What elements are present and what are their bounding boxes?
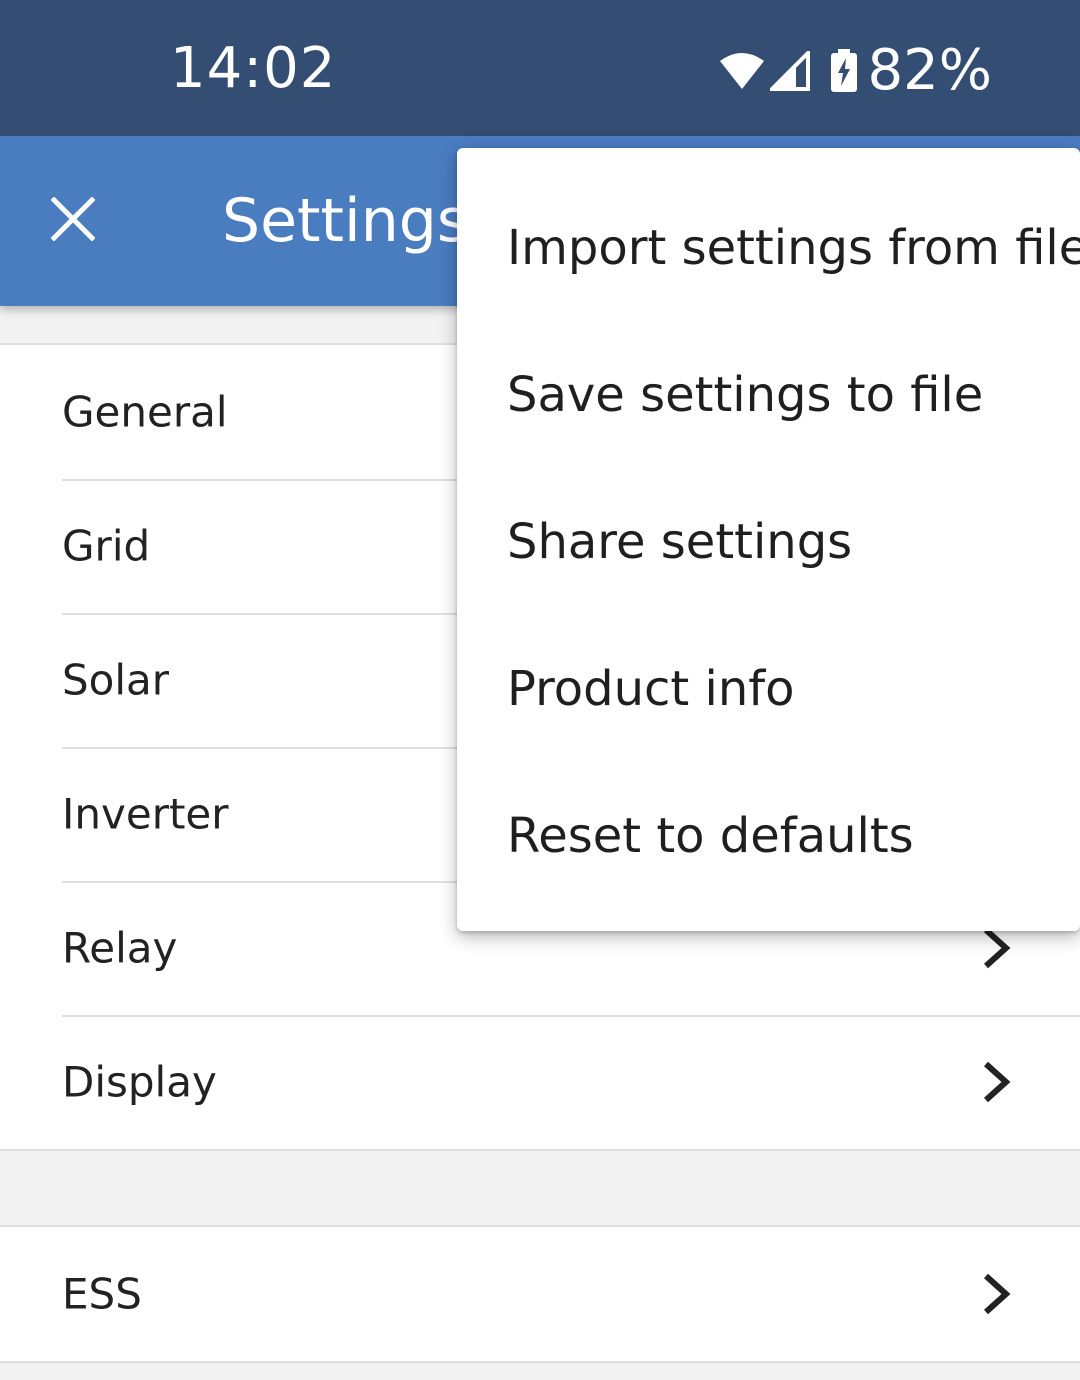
battery-charging-icon: [830, 48, 857, 92]
status-icons: 82%: [718, 38, 992, 103]
chevron-right-icon: [983, 927, 1011, 969]
settings-list-secondary: ESS: [0, 1225, 1080, 1363]
status-time: 14:02: [170, 36, 337, 101]
close-icon: [51, 197, 95, 241]
list-item-label: General: [62, 387, 228, 437]
list-item-label: Relay: [62, 923, 178, 973]
list-item-label: Display: [62, 1057, 217, 1107]
status-bar: 14:02 82%: [0, 0, 1080, 136]
menu-item-save-settings[interactable]: Save settings to file: [457, 321, 1080, 468]
menu-item-import-settings[interactable]: Import settings from file: [457, 174, 1080, 321]
menu-item-share-settings[interactable]: Share settings: [457, 468, 1080, 615]
menu-item-reset-defaults[interactable]: Reset to defaults: [457, 762, 1080, 909]
chevron-right-icon: [983, 1061, 1011, 1103]
menu-item-product-info[interactable]: Product info: [457, 615, 1080, 762]
list-item-label: Grid: [62, 521, 151, 571]
list-item-label: ESS: [62, 1269, 142, 1319]
chevron-right-icon: [983, 1273, 1011, 1315]
list-item-label: Inverter: [62, 789, 229, 839]
cell-signal-icon: [769, 50, 810, 91]
battery-percent: 82%: [867, 38, 992, 103]
list-item-display[interactable]: Display: [0, 1015, 1080, 1149]
list-item-label: Solar: [62, 655, 170, 705]
page-title: Settings: [222, 186, 469, 256]
overflow-menu: Import settings from file Save settings …: [457, 148, 1080, 931]
close-button[interactable]: [40, 186, 106, 252]
list-item-ess[interactable]: ESS: [0, 1227, 1080, 1361]
wifi-icon: [719, 52, 764, 89]
